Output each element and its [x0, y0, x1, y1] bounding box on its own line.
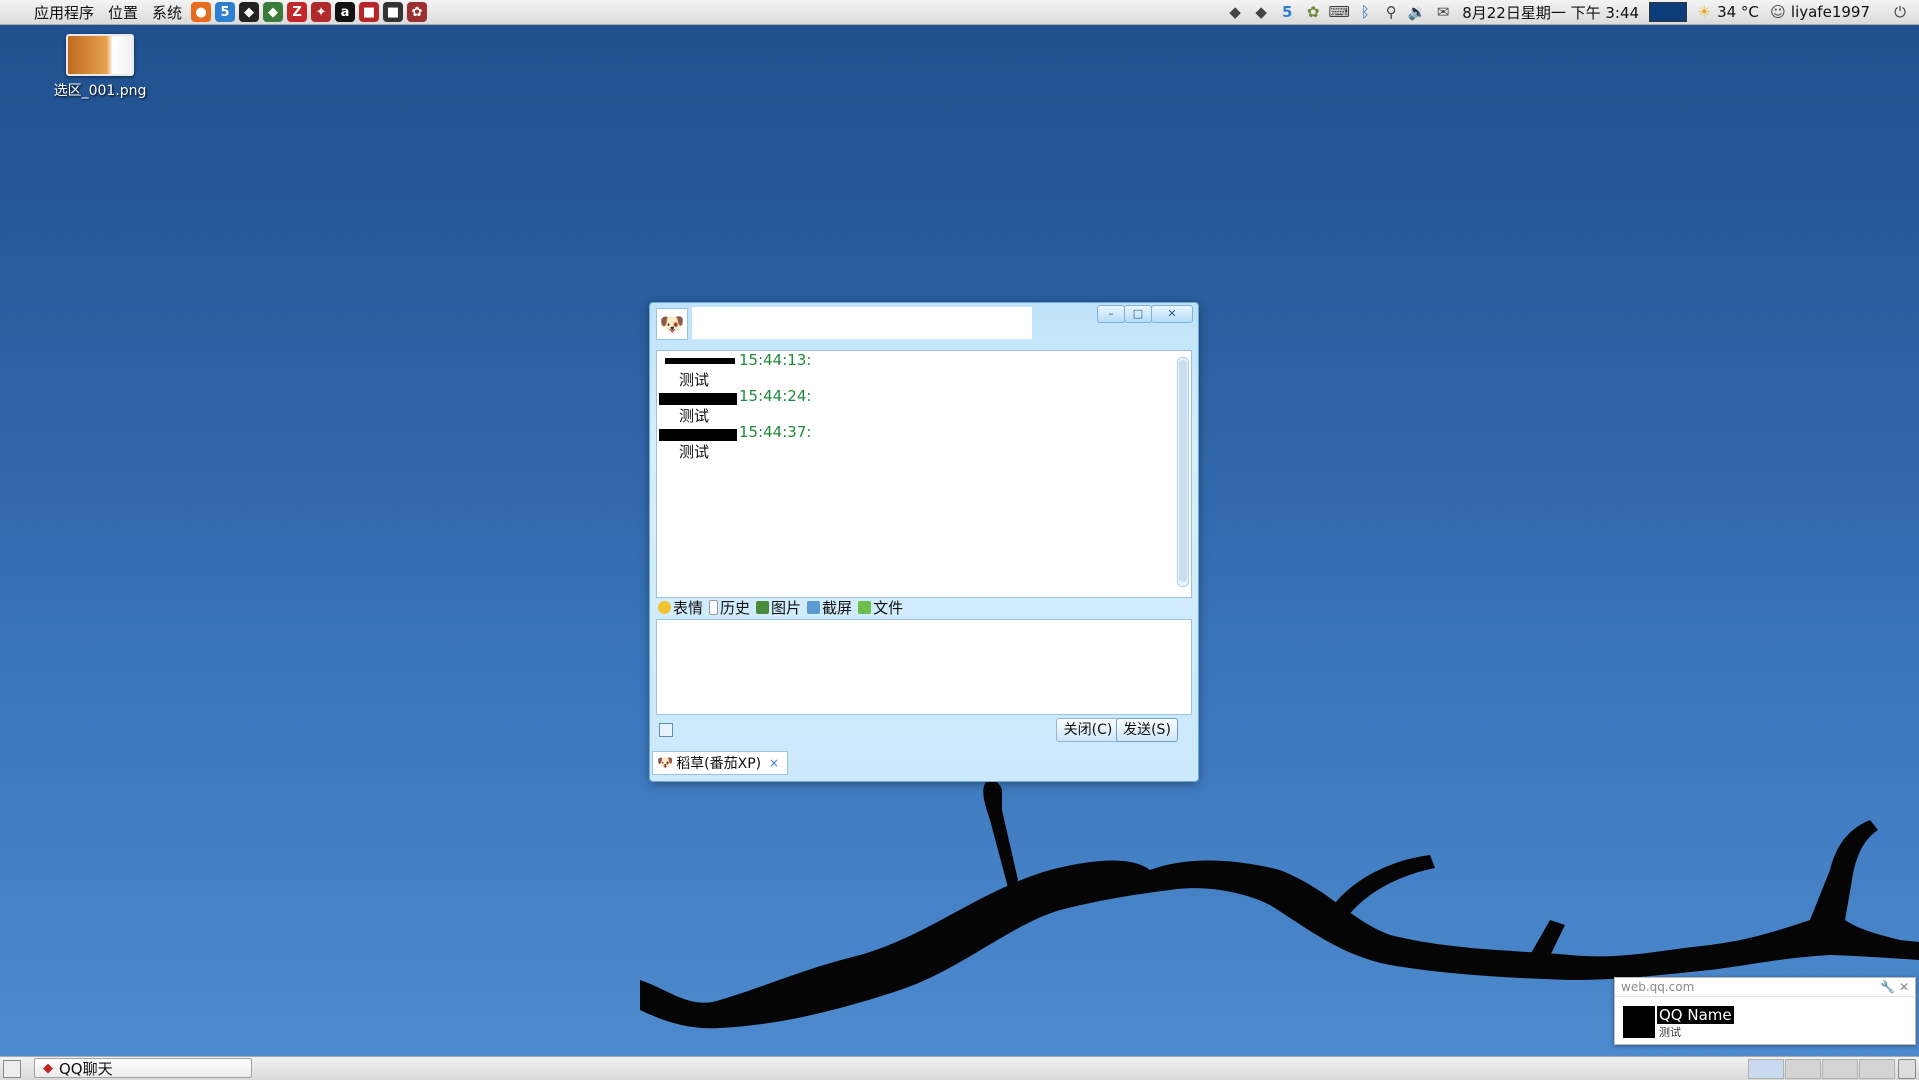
emoji-button[interactable]: 表情 — [658, 597, 703, 618]
chat-message: 15:44:13: 测试 — [657, 351, 1191, 389]
file-icon — [858, 600, 872, 614]
history-button[interactable]: 历史 — [709, 597, 750, 618]
close-icon[interactable]: ✕ — [1899, 980, 1909, 994]
weather-icon[interactable]: ☀ — [1694, 2, 1714, 22]
scrollbar-thumb[interactable] — [1179, 360, 1187, 582]
workspace-2[interactable] — [1785, 1059, 1821, 1079]
chat-tab[interactable]: 🐶 稻草(番茄XP) × — [652, 751, 788, 775]
message-input[interactable] — [656, 619, 1192, 715]
qq-titlebar[interactable]: 🐶 – □ ✕ — [650, 303, 1198, 343]
desktop-file-label: 选区_001.png — [53, 83, 147, 99]
chat-tab-bar: 🐶 稻草(番茄XP) × — [650, 749, 1198, 779]
screenshot-button[interactable]: 截屏 — [807, 597, 852, 618]
clock[interactable]: 8月22日星期一 下午 3:44 — [1456, 2, 1645, 23]
message-time: 15:44:13: — [739, 351, 812, 369]
sender-name-redacted — [659, 393, 737, 405]
contact-name-field — [692, 307, 1032, 339]
screenshot-icon — [807, 600, 821, 614]
network-icon[interactable]: ⚲ — [1381, 2, 1401, 22]
image-thumbnail-icon — [66, 34, 134, 76]
menu-places[interactable]: 位置 — [101, 2, 145, 23]
bottom-panel: ◆ QQ聊天 — [0, 1056, 1919, 1080]
emoji-label: 表情 — [673, 598, 704, 617]
record-icon[interactable]: a — [335, 2, 356, 22]
temperature[interactable]: 34 °C — [1717, 3, 1765, 21]
settings-app-icon[interactable]: ✿ — [407, 2, 428, 22]
message-history[interactable]: 15:44:13: 测试 15:44:24: 测试 15:44:37: 测试 — [656, 350, 1192, 598]
chat-message: 15:44:37: 测试 — [657, 423, 1191, 461]
file-button[interactable]: 文件 — [858, 597, 903, 618]
maximize-button[interactable]: □ — [1124, 305, 1152, 323]
workspace-4[interactable] — [1859, 1059, 1895, 1079]
menu-applications[interactable]: 应用程序 — [0, 2, 101, 23]
file-label: 文件 — [873, 598, 904, 617]
vertical-scrollbar[interactable] — [1177, 357, 1189, 587]
history-label: 历史 — [720, 598, 751, 617]
trash-icon[interactable] — [1898, 1059, 1916, 1079]
chat-tab-label: 稻草(番茄XP) — [676, 756, 762, 772]
send-button[interactable]: 发送(S) — [1116, 718, 1178, 742]
menu-system[interactable]: 系统 — [145, 2, 189, 23]
taskbar-item-label: QQ聊天 — [59, 1059, 113, 1078]
chat-toolbar: 表情 历史 图片 截屏 文件 — [658, 596, 909, 618]
screenshot-label: 截屏 — [822, 598, 853, 617]
workspace-1[interactable] — [1748, 1059, 1784, 1079]
qq-chat-window[interactable]: 🐶 – □ ✕ 15:44:13: 测试 15:44:24: 测试 15:44:… — [649, 302, 1199, 782]
qq-user-tray-icon[interactable]: ◆ — [1251, 2, 1271, 22]
qq-tray-icon[interactable]: ◆ — [1225, 2, 1245, 22]
settings-icon[interactable] — [659, 723, 673, 737]
html5-icon[interactable]: 5 — [215, 2, 236, 22]
mail-icon[interactable]: ✉ — [1433, 2, 1453, 22]
launcher-bar: ● 5 ◆ ◆ Z ✦ a ■ ■ ✿ — [189, 2, 429, 22]
picture-icon — [756, 600, 770, 614]
message-text: 测试 — [679, 443, 710, 461]
chat-message: 15:44:24: 测试 — [657, 387, 1191, 425]
contact-avatar-icon[interactable]: 🐶 — [656, 308, 688, 340]
app-tray-icon[interactable]: ✿ — [1303, 2, 1323, 22]
smiley-icon — [658, 600, 671, 614]
tool-icon[interactable]: ✦ — [311, 2, 332, 22]
show-desktop-icon[interactable] — [3, 1060, 21, 1078]
sender-name-redacted — [665, 358, 735, 364]
tab-close-icon[interactable]: × — [769, 756, 779, 770]
settings-icon[interactable]: 🔧 — [1880, 980, 1895, 994]
notification-source: web.qq.com — [1621, 980, 1695, 994]
image-button[interactable]: 图片 — [756, 597, 801, 618]
notification-tools: 🔧 ✕ — [1880, 978, 1909, 996]
message-time: 15:44:37: — [739, 423, 812, 441]
filezilla-icon[interactable]: Z — [287, 2, 308, 22]
contact-tab-icon: 🐶 — [657, 755, 674, 771]
notification-popup[interactable]: web.qq.com 🔧 ✕ QQ Name 测试 — [1614, 977, 1916, 1045]
system-monitor-graph[interactable] — [1649, 2, 1688, 22]
keyboard-icon[interactable]: ⌨ — [1328, 2, 1350, 22]
top-panel: 应用程序 位置 系统 ● 5 ◆ ◆ Z ✦ a ■ ■ ✿ ◆ ◆ 5 ✿ ⌨ ᛒ ⚲ 🔉 ✉ … — [0, 0, 1919, 25]
terminal-red-icon[interactable]: ■ — [359, 2, 380, 22]
notification-message: 测试 — [1659, 1026, 1681, 1039]
desktop-file-icon[interactable]: 选区_001.png — [50, 34, 150, 100]
workspace-3[interactable] — [1822, 1059, 1858, 1079]
close-window-button[interactable]: ✕ — [1151, 305, 1193, 323]
user-icon[interactable]: ☺ — [1768, 2, 1788, 22]
minimize-button[interactable]: – — [1097, 305, 1125, 323]
username[interactable]: liyafe1997 — [1791, 3, 1876, 21]
qq-icon[interactable]: ◆ — [263, 2, 284, 22]
html5-tray-icon[interactable]: 5 — [1277, 2, 1297, 22]
history-icon — [709, 599, 719, 615]
system-tray: ◆ ◆ 5 ✿ ⌨ ᛒ ⚲ 🔉 ✉ 8月22日星期一 下午 3:44 ☀ 34 … — [1222, 0, 1919, 24]
terminal-icon[interactable]: ■ — [383, 2, 404, 22]
notification-avatar — [1623, 1006, 1655, 1038]
taskbar-qq-item[interactable]: ◆ QQ聊天 — [34, 1058, 252, 1078]
volume-icon[interactable]: 🔉 — [1407, 2, 1427, 22]
notification-header: web.qq.com 🔧 ✕ — [1615, 978, 1915, 997]
shutdown-icon[interactable]: ⏻ — [1890, 2, 1910, 22]
sender-name-redacted — [659, 429, 737, 441]
firefox-icon[interactable]: ● — [191, 2, 212, 22]
qq-penguin-icon[interactable]: ◆ — [239, 2, 260, 22]
message-time: 15:44:24: — [739, 387, 812, 405]
bluetooth-icon[interactable]: ᛒ — [1355, 2, 1375, 22]
notification-name: QQ Name — [1657, 1006, 1734, 1024]
close-button[interactable]: 关闭(C) — [1056, 718, 1120, 742]
qq-penguin-icon: ◆ — [43, 1060, 53, 1076]
image-label: 图片 — [771, 598, 802, 617]
